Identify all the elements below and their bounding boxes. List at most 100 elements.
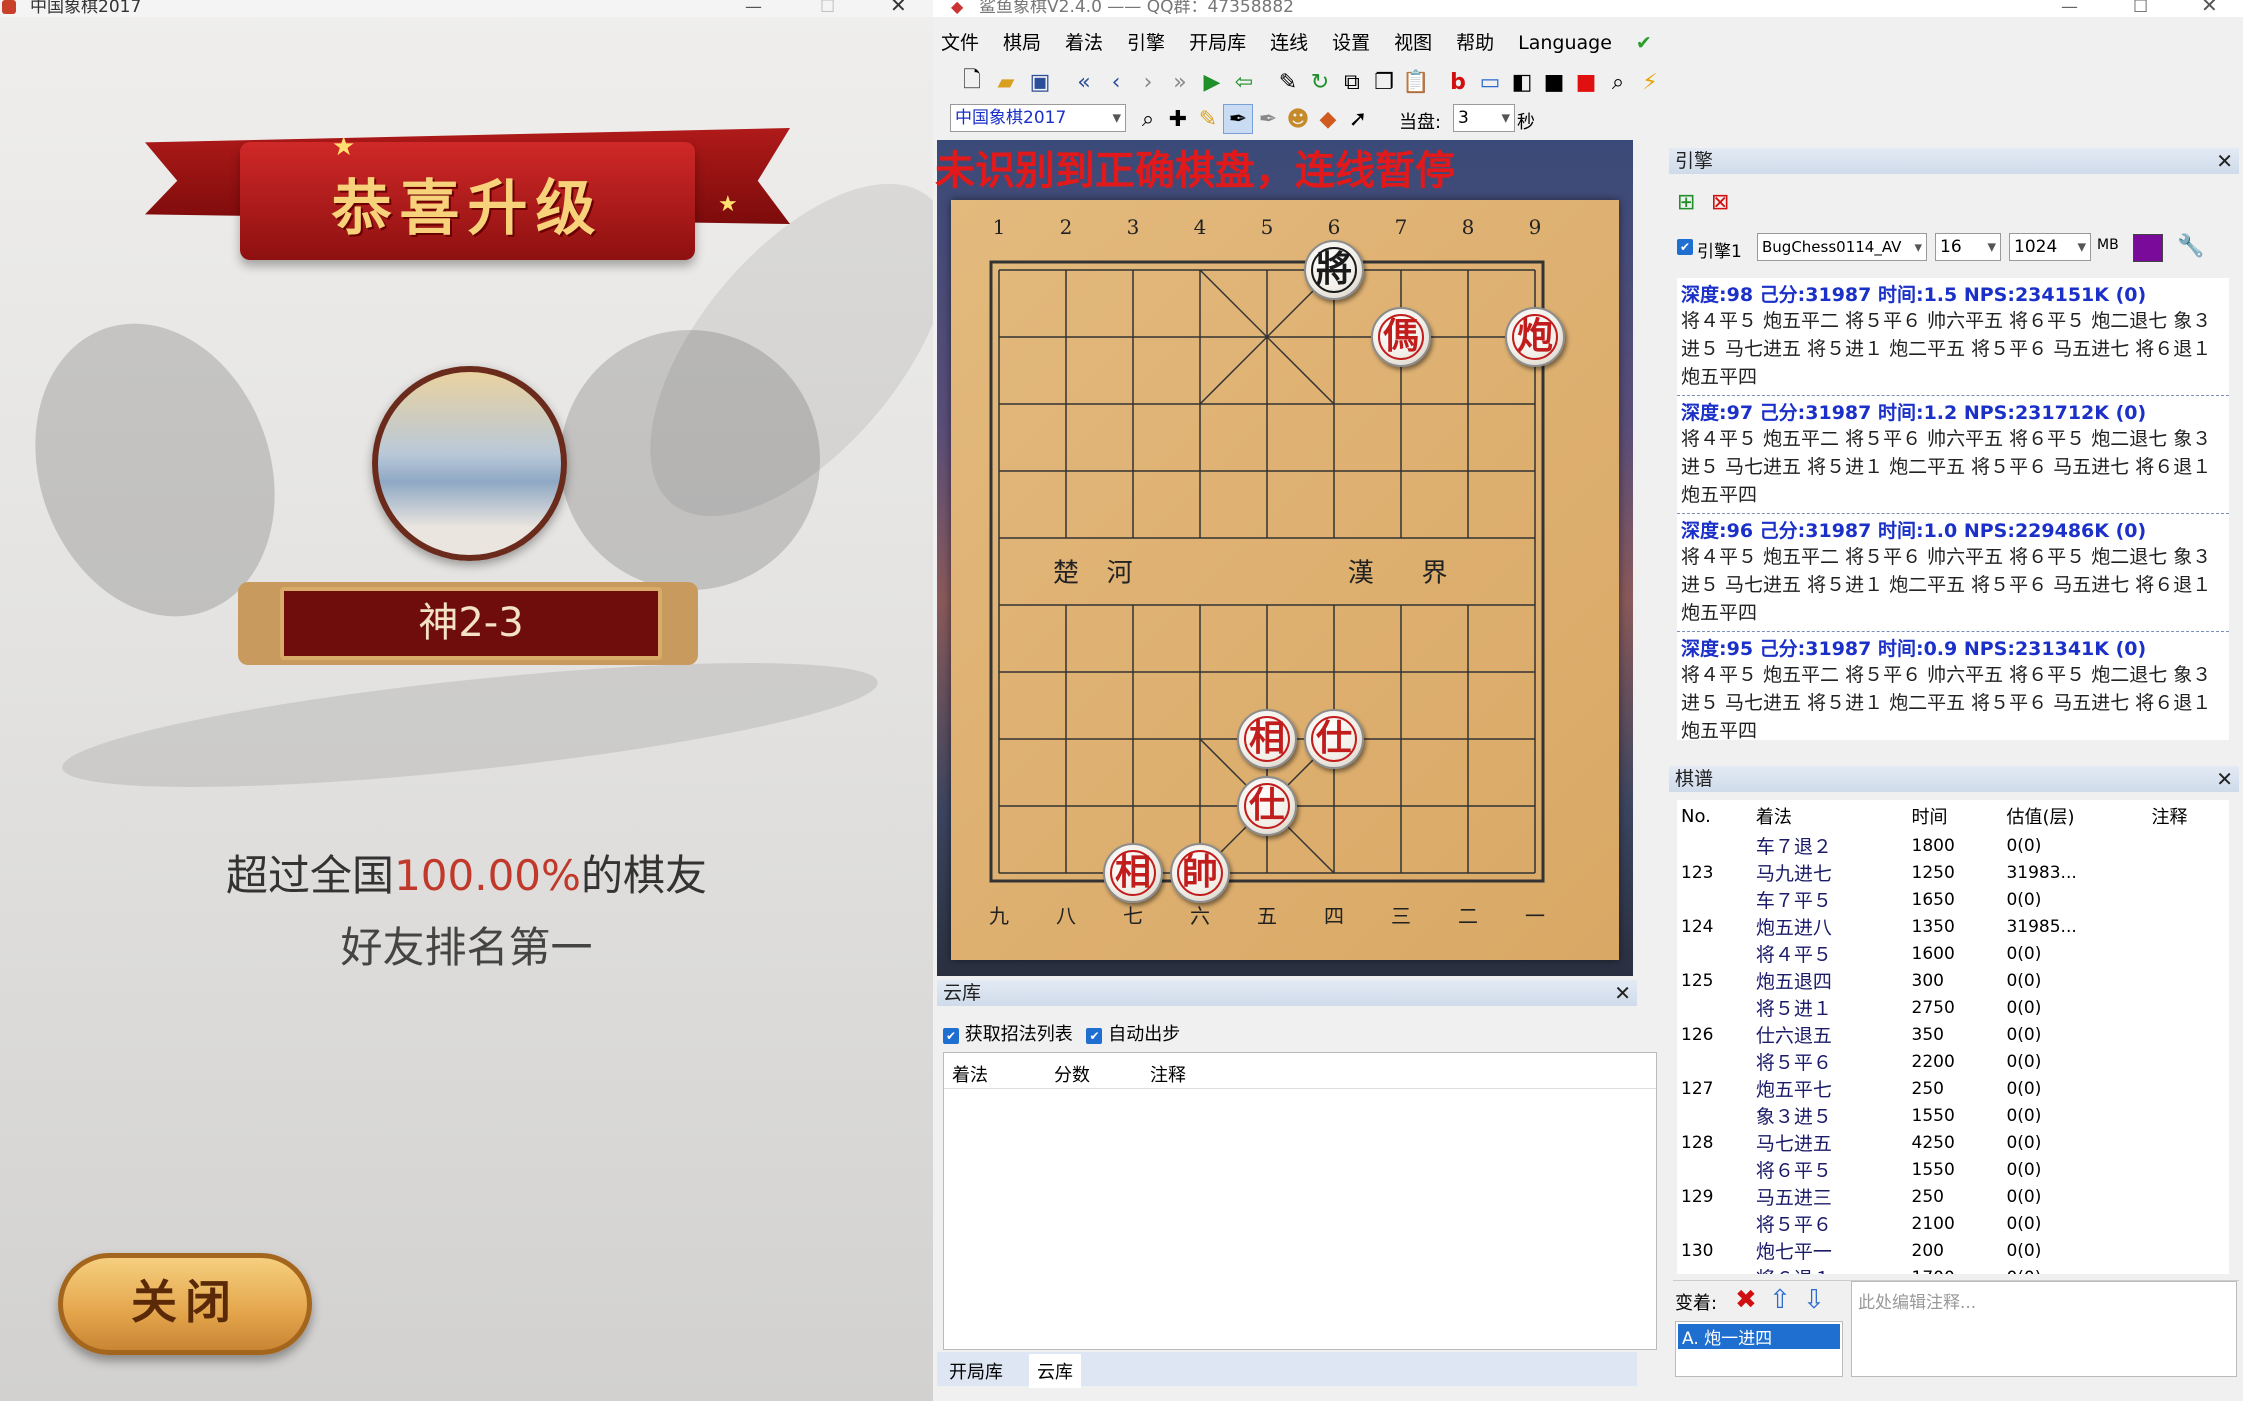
move-col-header[interactable]: No.	[1677, 800, 1752, 832]
engine-color-swatch[interactable]	[2133, 234, 2163, 262]
pen-icon[interactable]: ✒	[1253, 104, 1283, 134]
move-row[interactable]: 124 炮五进八 1350 31985...	[1677, 913, 2229, 940]
menu-language[interactable]: Language	[1518, 32, 1612, 54]
cloud-table[interactable]: 着法 分数 注释	[943, 1052, 1657, 1350]
copy-icon[interactable]: ⧉	[1337, 67, 1367, 97]
piece-red[interactable]: 相	[1237, 709, 1297, 769]
time-select[interactable]: 3	[1453, 104, 1515, 132]
game-select[interactable]: 中国象棋2017	[950, 104, 1126, 132]
close-icon[interactable]: ✕	[2216, 148, 2233, 174]
engine-line[interactable]: 深度:96 己分:31987 时间:1.0 NPS:229486K (0) 将４平…	[1677, 514, 2229, 632]
move-row[interactable]: 128 马七进五 4250 0(0)	[1677, 1129, 2229, 1156]
menu-game[interactable]: 棋局	[1003, 32, 1041, 54]
lightning-icon[interactable]: ⚡	[1635, 67, 1665, 97]
pen-active-icon[interactable]: ✒	[1223, 104, 1253, 134]
move-row[interactable]: 125 炮五退四 300 0(0)	[1677, 967, 2229, 994]
eraser-icon[interactable]: ◆	[1313, 104, 1343, 134]
close-icon[interactable]: ✕	[1614, 980, 1631, 1006]
menu-connect[interactable]: 连线	[1270, 32, 1308, 54]
move-col-header[interactable]: 估值(层)	[2002, 800, 2147, 832]
move-row[interactable]: 129 马五进三 250 0(0)	[1677, 1183, 2229, 1210]
move-row[interactable]: 将６退１17000(0)	[1677, 1264, 2229, 1275]
move-row[interactable]: 126 仕六退五 350 0(0)	[1677, 1021, 2229, 1048]
piece-red[interactable]: 帥	[1170, 843, 1230, 903]
comment-editor[interactable]: 此处编辑注释...	[1851, 1281, 2237, 1377]
find-window-icon[interactable]: ⌕	[1133, 104, 1163, 134]
tab-cloud[interactable]: 云库	[1029, 1354, 1081, 1388]
crosshair-icon[interactable]: ✚	[1163, 104, 1193, 134]
engine-select[interactable]: BugChess0114_AV	[1757, 233, 1927, 261]
maximize-icon[interactable]: ☐	[2133, 0, 2148, 16]
move-row[interactable]: 130 炮七平一 200 0(0)	[1677, 1237, 2229, 1264]
close-button[interactable]: 关闭	[58, 1253, 312, 1355]
piece-red[interactable]: 炮	[1505, 307, 1565, 367]
piece-red[interactable]: 相	[1103, 843, 1163, 903]
delete-icon[interactable]: ✖	[1735, 1285, 1757, 1315]
piece-red[interactable]: 仕	[1304, 709, 1364, 769]
checkbox-fetch-list[interactable]: ✔	[943, 1028, 959, 1044]
minimize-icon[interactable]: —	[2061, 0, 2078, 16]
move-row[interactable]: 123 马九进七 1250 31983...	[1677, 859, 2229, 886]
piece-black[interactable]: 將	[1304, 240, 1364, 300]
arrow-tool-icon[interactable]: ➚	[1343, 104, 1373, 134]
move-row[interactable]: 象３进５ 1550 0(0)	[1677, 1102, 2229, 1129]
hash-select[interactable]: 1024	[2009, 233, 2091, 261]
new-file-icon[interactable]: 🗋	[957, 67, 987, 97]
move-list[interactable]: No. 着法 时间 估值(层) 注释 车７退２ 1800 0(0) 123 马九进七 1250 31…	[1677, 800, 2229, 1274]
first-move-icon[interactable]: «	[1069, 67, 1099, 97]
move-row[interactable]: 将５平６ 2100 0(0)	[1677, 1210, 2229, 1237]
minimize-icon[interactable]: —	[745, 0, 762, 16]
menu-engine[interactable]: 引擎	[1127, 32, 1165, 54]
xiangqi-board[interactable]: 123456789九八七六五四三二一楚河漢界 將傌炮相仕仕相帥	[951, 200, 1619, 960]
paste-icon[interactable]: 📋	[1401, 67, 1431, 97]
move-col-header[interactable]: 注释	[2147, 800, 2229, 832]
edit-icon[interactable]: ✎	[1273, 67, 1303, 97]
remove-engine-icon[interactable]: ⊠	[1711, 190, 1729, 215]
engine-line[interactable]: 深度:95 己分:31987 时间:0.9 NPS:231341K (0) 将４平…	[1677, 632, 2229, 740]
red-square-icon[interactable]: ■	[1571, 67, 1601, 97]
engine-output[interactable]: 深度:98 己分:31987 时间:1.5 NPS:234151K (0) 将４平…	[1677, 278, 2229, 740]
checkbox-auto-move[interactable]: ✔	[1086, 1028, 1103, 1044]
col-move[interactable]: 着法	[952, 1061, 988, 1087]
wrench-icon[interactable]: 🔧	[2177, 234, 2204, 259]
move-row[interactable]: 车７平５ 1650 0(0)	[1677, 886, 2229, 913]
refresh-icon[interactable]: ↻	[1305, 67, 1335, 97]
variation-item[interactable]: A. 炮一进四	[1678, 1324, 1840, 1349]
tab-opening-book[interactable]: 开局库	[949, 1358, 1003, 1384]
engine-line[interactable]: 深度:98 己分:31987 时间:1.5 NPS:234151K (0) 将４平…	[1677, 278, 2229, 396]
menu-help[interactable]: 帮助	[1456, 32, 1494, 54]
edit-board-icon[interactable]: ✎	[1193, 104, 1223, 134]
close-icon[interactable]: ✕	[2201, 0, 2218, 15]
back-arrow-icon[interactable]: ⇦	[1229, 67, 1259, 97]
col-comment[interactable]: 注释	[1150, 1061, 1186, 1087]
move-up-icon[interactable]: ⇧	[1769, 1285, 1791, 1315]
move-row[interactable]: 将５平６ 2200 0(0)	[1677, 1048, 2229, 1075]
engine-line[interactable]: 深度:97 己分:31987 时间:1.2 NPS:231712K (0) 将４平…	[1677, 396, 2229, 514]
move-row[interactable]: 将４平５ 1600 0(0)	[1677, 940, 2229, 967]
save-icon[interactable]: ▣	[1025, 67, 1055, 97]
maximize-icon[interactable]: ☐	[820, 0, 835, 16]
menu-moves[interactable]: 着法	[1065, 32, 1103, 54]
add-engine-icon[interactable]: ⊞	[1677, 190, 1695, 215]
close-icon[interactable]: ✕	[2216, 766, 2233, 792]
prev-move-icon[interactable]: ‹	[1101, 67, 1131, 97]
black-square-icon[interactable]: ■	[1539, 67, 1569, 97]
piece-red[interactable]: 傌	[1371, 307, 1431, 367]
variation-list[interactable]: A. 炮一进四	[1675, 1321, 1843, 1377]
menu-view[interactable]: 视图	[1394, 32, 1432, 54]
move-row[interactable]: 将５进１ 2750 0(0)	[1677, 994, 2229, 1021]
copy2-icon[interactable]: ❐	[1369, 67, 1399, 97]
move-down-icon[interactable]: ⇩	[1803, 1285, 1825, 1315]
close-icon[interactable]: ✕	[890, 0, 907, 15]
move-col-header[interactable]: 时间	[1908, 800, 2003, 832]
open-folder-icon[interactable]: ▰	[991, 67, 1021, 97]
move-row[interactable]: 车７退２ 1800 0(0)	[1677, 832, 2229, 859]
menu-settings[interactable]: 设置	[1332, 32, 1370, 54]
threads-select[interactable]: 16	[1935, 233, 2001, 261]
last-move-icon[interactable]: »	[1165, 67, 1195, 97]
menu-file[interactable]: 文件	[941, 32, 979, 54]
engine1-checkbox[interactable]: ✔	[1677, 239, 1693, 255]
next-move-icon[interactable]: ›	[1133, 67, 1163, 97]
magnifier-icon[interactable]: ⌕	[1603, 67, 1633, 97]
bold-b-icon[interactable]: b	[1443, 67, 1473, 97]
